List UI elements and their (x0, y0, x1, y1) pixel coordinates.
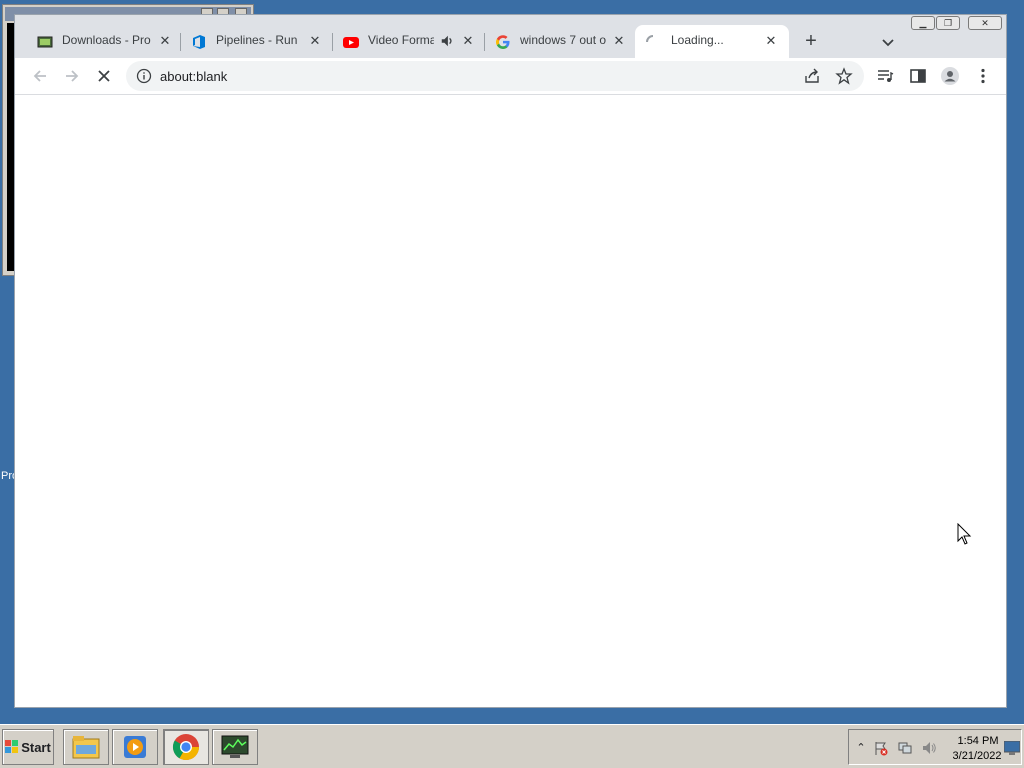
network-icon[interactable] (897, 740, 913, 756)
taskbar: Start ⌃ 1:54 PM 3/21/2022 (0, 724, 1024, 768)
info-icon[interactable] (136, 68, 152, 84)
task-manager-icon (221, 735, 249, 758)
windows-logo-icon (5, 740, 19, 753)
mouse-cursor-icon (957, 523, 972, 545)
browser-window: Downloads - Pro ✕ Pipelines - Run ✕ Vide… (14, 14, 1007, 708)
tab-close-icon[interactable]: ✕ (307, 33, 323, 49)
media-control-icon[interactable] (875, 66, 895, 86)
browser-toolbar: about:blank (15, 58, 1006, 95)
bookmark-star-icon[interactable] (835, 67, 853, 85)
chevron-down-icon[interactable] (879, 33, 897, 51)
taskbar-task-manager[interactable] (212, 729, 258, 765)
page-content[interactable] (15, 95, 1006, 707)
volume-icon[interactable] (921, 740, 937, 756)
tab-loading[interactable]: Loading... ✕ (635, 25, 789, 58)
taskbar-chrome[interactable] (163, 729, 209, 765)
tab-close-icon[interactable]: ✕ (157, 33, 173, 49)
tab-close-icon[interactable]: ✕ (611, 33, 627, 49)
share-icon[interactable] (803, 67, 821, 85)
forward-icon[interactable] (62, 66, 82, 86)
system-tray: ⌃ 1:54 PM 3/21/2022 (848, 729, 1022, 765)
downloads-icon (37, 36, 53, 48)
back-icon[interactable] (30, 66, 50, 86)
tab-title: Downloads - Pro (62, 33, 151, 47)
taskbar-media-player[interactable] (112, 729, 158, 765)
profile-avatar-icon[interactable] (940, 66, 960, 86)
tab-title: Video Forma (368, 33, 434, 47)
tab-video[interactable]: Video Forma ✕ (333, 25, 485, 58)
clock-date[interactable]: 3/21/2022 (949, 750, 1005, 762)
stop-loading-icon[interactable] (94, 66, 114, 86)
side-panel-icon[interactable] (908, 66, 928, 86)
chrome-icon (172, 734, 200, 761)
tab-strip: Downloads - Pro ✕ Pipelines - Run ✕ Vide… (15, 15, 1006, 58)
tab-title: Loading... (671, 33, 724, 47)
start-button[interactable]: Start (2, 729, 54, 765)
new-tab-button[interactable]: + (800, 31, 822, 53)
audio-playing-icon[interactable] (440, 34, 454, 48)
file-explorer-icon (72, 736, 100, 759)
azure-devops-icon (193, 35, 205, 49)
tab-google-search[interactable]: windows 7 out o ✕ (485, 25, 635, 58)
clock-time[interactable]: 1:54 PM (953, 735, 1003, 747)
show-hidden-icons-icon[interactable]: ⌃ (853, 740, 869, 756)
tab-title: Pipelines - Run (216, 33, 298, 47)
tab-pipelines[interactable]: Pipelines - Run ✕ (181, 25, 333, 58)
more-menu-icon[interactable] (973, 66, 993, 86)
media-player-icon (124, 736, 146, 758)
close-window-button[interactable]: ✕ (968, 16, 1002, 30)
url-text[interactable]: about:blank (160, 69, 227, 84)
tab-close-icon[interactable]: ✕ (763, 33, 779, 49)
tab-close-icon[interactable]: ✕ (460, 33, 476, 49)
tab-title: windows 7 out o (520, 33, 607, 47)
restore-button[interactable]: ❐ (936, 16, 960, 30)
taskbar-explorer[interactable] (63, 729, 109, 765)
show-desktop-icon[interactable] (1004, 741, 1020, 755)
loading-spinner-icon (646, 35, 654, 43)
tab-downloads[interactable]: Downloads - Pro ✕ (15, 25, 181, 58)
start-label: Start (21, 739, 51, 755)
youtube-icon (343, 37, 359, 48)
address-bar[interactable]: about:blank (126, 61, 864, 91)
minimize-button[interactable]: ▁ (911, 16, 935, 30)
action-center-flag-icon[interactable] (873, 740, 889, 756)
google-icon (496, 35, 510, 49)
